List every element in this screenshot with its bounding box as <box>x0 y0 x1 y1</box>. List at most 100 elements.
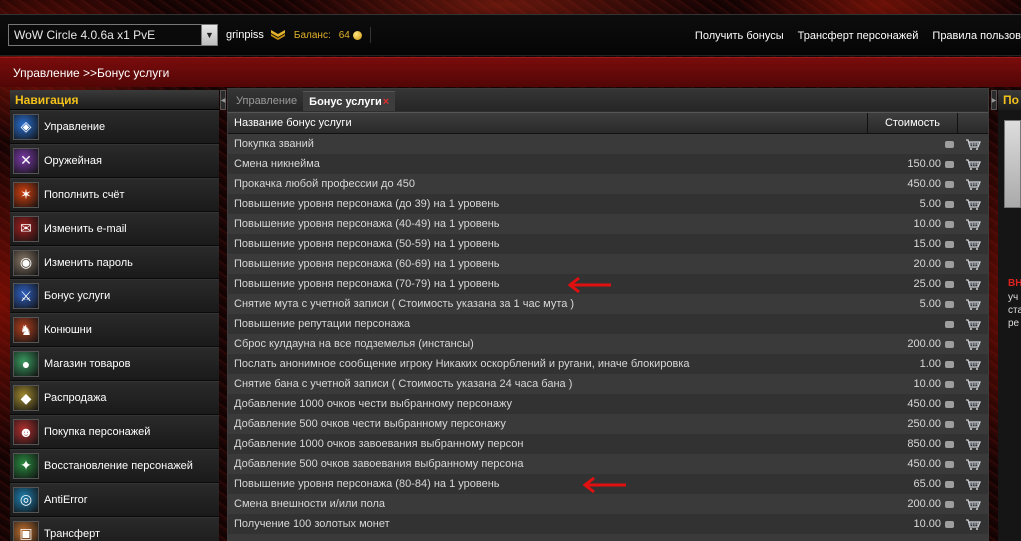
table-row[interactable]: Получение 100 золотых монет 10.00 <box>228 514 988 534</box>
sidebar-item-11[interactable]: ◎ AntiError <box>10 482 219 517</box>
right-panel-title: По <box>998 90 1021 110</box>
sidebar-item-6[interactable]: ♞ Конюшни <box>10 313 219 348</box>
cart-icon[interactable] <box>958 298 988 310</box>
sidebar-item-label: Конюшни <box>44 324 92 337</box>
sidebar-nav: Навигация ◈ Управление ✕ Оружейная ✶ Пополнит… <box>10 90 219 541</box>
sidebar-item-1[interactable]: ✕ Оружейная <box>10 143 219 178</box>
cart-icon[interactable] <box>958 358 988 370</box>
link-rules[interactable]: Правила пользова <box>932 30 1021 42</box>
sidebar-item-9[interactable]: ☻ Покупка персонажей <box>10 415 219 449</box>
table-row[interactable]: Смена никнейма 150.00 <box>228 154 988 174</box>
sidebar-item-8[interactable]: ◆ Распродажа <box>10 381 219 416</box>
sidebar-item-2[interactable]: ✶ Пополнить счёт <box>10 177 219 212</box>
sidebar-item-4[interactable]: ◉ Изменить пароль <box>10 245 219 280</box>
sidebar-item-0[interactable]: ◈ Управление <box>10 110 219 144</box>
collapse-left-handle[interactable]: ◀ <box>220 90 226 110</box>
link-get-bonuses[interactable]: Получить бонусы <box>695 30 784 42</box>
cart-icon[interactable] <box>958 258 988 270</box>
service-cost: 200.00 <box>868 338 958 350</box>
sidebar-item-label: Бонус услуги <box>44 290 111 303</box>
cart-icon[interactable] <box>958 438 988 450</box>
table-row[interactable]: Сброс кулдауна на все подземелья (инстан… <box>228 334 988 354</box>
table-row[interactable]: Добавление 1000 очков чести выбранному п… <box>228 394 988 414</box>
sidebar-item-label: Покупка персонажей <box>44 425 151 438</box>
table-row[interactable]: Покупка званий <box>228 134 988 154</box>
tab-strip: Управление Бонус услуги × <box>228 89 988 111</box>
tab-management[interactable]: Управление <box>230 91 303 111</box>
table-row[interactable]: Снятие бана с учетной записи ( Стоимость… <box>228 374 988 394</box>
cart-icon[interactable] <box>958 398 988 410</box>
coin-icon <box>945 380 954 388</box>
sidebar-item-12[interactable]: ▣ Трансферт <box>10 516 219 541</box>
table-row[interactable]: Повышение репутации персонажа <box>228 314 988 334</box>
coin-icon <box>945 280 954 288</box>
sidebar-item-5[interactable]: ⚔ Бонус услуги <box>10 279 219 314</box>
sidebar-item-label: Управление <box>44 120 106 133</box>
cart-icon[interactable] <box>958 198 988 210</box>
cart-icon[interactable] <box>958 338 988 350</box>
cost-value: 150.00 <box>907 158 941 170</box>
cart-icon[interactable] <box>958 218 988 230</box>
coin-icon <box>945 500 954 508</box>
cart-icon[interactable] <box>958 178 988 190</box>
table-row[interactable]: Снятие мута с учетной записи ( Стоимость… <box>228 294 988 314</box>
column-header-cost[interactable]: Стоимость <box>868 113 958 133</box>
table-row[interactable]: Повышение уровня персонажа (40-49) на 1 … <box>228 214 988 234</box>
realm-select[interactable]: WoW Circle 4.0.6a x1 PvE ▼ <box>8 24 218 46</box>
cart-icon[interactable] <box>958 158 988 170</box>
tab-bonus-services[interactable]: Бонус услуги × <box>303 91 396 111</box>
table-row[interactable]: Повышение уровня персонажа (50-59) на 1 … <box>228 234 988 254</box>
coin-icon <box>945 200 954 208</box>
table-row[interactable]: Смена внешности и/или пола 200.00 <box>228 494 988 514</box>
cart-icon[interactable] <box>958 518 988 530</box>
sidebar-item-7[interactable]: ● Магазин товаров <box>10 347 219 382</box>
cost-value: 5.00 <box>919 298 941 310</box>
cart-icon[interactable] <box>958 418 988 430</box>
service-name: Послать анонимное сообщение игроку Никак… <box>234 358 690 370</box>
sidebar-item-10[interactable]: ✦ Восстановление персонажей <box>10 448 219 483</box>
cart-icon[interactable] <box>958 238 988 250</box>
close-icon[interactable]: × <box>383 96 389 108</box>
table-row[interactable]: Добавление 500 очков чести выбранному пе… <box>228 414 988 434</box>
table-row[interactable]: Добавление 1000 очков завоевания выбранн… <box>228 434 988 454</box>
service-name: Повышение уровня персонажа (60-69) на 1 … <box>234 258 500 270</box>
cart-icon[interactable] <box>958 318 988 330</box>
breadcrumb-text[interactable]: Управление >>Бонус услуги <box>13 66 169 80</box>
table-row[interactable] <box>228 534 988 541</box>
column-header-name[interactable]: Название бонус услуги <box>228 113 868 133</box>
link-transfer[interactable]: Трансферт персонажей <box>798 30 919 42</box>
coin-icon <box>945 340 954 348</box>
cart-icon[interactable] <box>958 138 988 150</box>
table-row[interactable]: Добавление 500 очков завоевания выбранно… <box>228 454 988 474</box>
sidebar-item-label: AntiError <box>44 493 88 506</box>
cost-value: 10.00 <box>913 378 941 390</box>
collapse-right-handle[interactable]: ▶ <box>991 90 997 110</box>
service-name: Покупка званий <box>234 138 314 150</box>
sidebar-item-3[interactable]: ✉ Изменить e-mail <box>10 211 219 246</box>
cart-icon[interactable] <box>958 498 988 510</box>
cost-value: 450.00 <box>907 178 941 190</box>
cost-value: 200.00 <box>907 498 941 510</box>
service-cost: 25.00 <box>868 278 958 290</box>
cart-icon[interactable] <box>958 378 988 390</box>
table-row[interactable]: Повышение уровня персонажа (до 39) на 1 … <box>228 194 988 214</box>
service-name: Повышение уровня персонажа (50-59) на 1 … <box>234 238 500 250</box>
cart-icon[interactable] <box>958 478 988 490</box>
coin-icon <box>945 240 954 248</box>
table-row[interactable]: Прокачка любой профессии до 450 450.00 <box>228 174 988 194</box>
column-header-actions <box>958 113 988 133</box>
cart-icon[interactable] <box>958 278 988 290</box>
service-cost: 20.00 <box>868 258 958 270</box>
username[interactable]: grinpiss <box>226 29 264 41</box>
coin-icon <box>945 180 954 188</box>
avatar <box>1004 120 1021 208</box>
service-name: Повышение уровня персонажа (80-84) на 1 … <box>234 478 500 490</box>
cost-value: 65.00 <box>913 478 941 490</box>
annotation-arrow-icon <box>582 476 626 494</box>
chevron-down-icon[interactable]: ▼ <box>201 25 217 45</box>
table-row[interactable]: Повышение уровня персонажа (60-69) на 1 … <box>228 254 988 274</box>
table-row[interactable]: Послать анонимное сообщение игроку Никак… <box>228 354 988 374</box>
coin-icon <box>945 220 954 228</box>
cost-value: 5.00 <box>919 198 941 210</box>
cart-icon[interactable] <box>958 458 988 470</box>
